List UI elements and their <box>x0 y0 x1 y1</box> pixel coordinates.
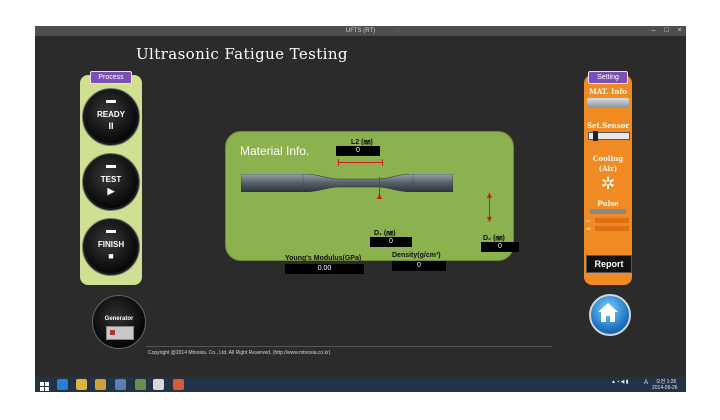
app-icon-2[interactable] <box>135 379 146 390</box>
powerpoint-icon[interactable] <box>173 379 184 390</box>
windows-start-icon[interactable] <box>39 379 50 391</box>
play-icon: ▶ <box>107 186 115 196</box>
finish-indicator <box>106 230 116 233</box>
maximize-button[interactable]: □ <box>660 26 673 36</box>
density-label: Density(g/cm³) <box>392 252 441 259</box>
d2-arrow-up-icon: ▲ <box>485 190 494 200</box>
file-explorer-icon[interactable] <box>76 379 87 390</box>
footer-divider <box>146 346 552 347</box>
density-field[interactable]: 0 <box>392 261 446 271</box>
pulse-on-label: on <box>586 218 591 223</box>
test-button[interactable]: TEST ▶ <box>82 153 140 211</box>
mat-info-specimen-icon <box>587 98 629 108</box>
d2-field[interactable]: 0 <box>481 242 519 252</box>
finish-button[interactable]: FINISH ■ <box>82 218 140 276</box>
ready-label: READY <box>96 110 125 119</box>
pulse-label: Pulse <box>597 199 619 208</box>
test-indicator <box>106 165 116 168</box>
pulse-header-bar <box>590 209 626 214</box>
app-window: UFTS (RT) ... – □ × Ultrasonic Fatigue T… <box>35 26 686 392</box>
stop-icon: ■ <box>108 251 114 261</box>
tray-icons[interactable]: ▲ ▪ ◀ ▮ <box>611 380 629 385</box>
youngs-modulus-label: Young's Modulus(GPa) <box>285 255 362 262</box>
minimize-button[interactable]: – <box>647 26 660 36</box>
setting-panel: Setting MAT. Info Set.Sensor Cooling (Ai… <box>584 71 632 285</box>
screenshot-frame: UFTS (RT) ... – □ × Ultrasonic Fatigue T… <box>0 0 720 420</box>
taskbar-date[interactable]: 2014-06-26 <box>652 386 678 391</box>
generator-device-icon <box>106 326 134 340</box>
finish-label: FINISH <box>97 240 125 249</box>
l2-tick-right <box>382 159 383 166</box>
sensor-slider[interactable] <box>588 131 630 141</box>
mat-info-button[interactable]: MAT. Info <box>584 87 632 96</box>
ready-button[interactable]: READY II <box>82 88 140 146</box>
l2-dimension-line <box>338 162 382 163</box>
specimen-diagram <box>241 174 453 192</box>
d1-field[interactable]: 0 <box>370 237 412 247</box>
process-panel: Process READY II TEST ▶ FINISH ■ <box>80 71 142 285</box>
language-indicator[interactable]: A <box>644 380 648 386</box>
material-info-panel: Material Info. L2 (㎜) 0 ▲ D₁ (㎜) 0 ▲ ▼ D… <box>225 131 519 274</box>
pulse-off-field[interactable] <box>594 225 630 232</box>
app-icon-3[interactable] <box>153 379 164 390</box>
pulse-on-field[interactable] <box>594 217 630 224</box>
cooling-sub-label: (Air) <box>598 164 618 173</box>
sensor-slider-handle[interactable] <box>593 131 598 141</box>
d2-arrow-down-icon: ▼ <box>485 214 494 224</box>
pulse-off-label: off <box>586 226 591 231</box>
pause-icon: II <box>108 121 114 131</box>
app-icon-1[interactable] <box>115 379 126 390</box>
setting-tag: Setting <box>588 71 628 84</box>
ready-indicator <box>106 100 116 103</box>
cooling-label: Cooling <box>592 154 624 163</box>
test-label: TEST <box>100 175 122 184</box>
generator-label: Generator <box>104 316 134 322</box>
report-button[interactable]: Report <box>586 255 632 273</box>
l2-field[interactable]: 0 <box>336 146 380 156</box>
app-title: Ultrasonic Fatigue Testing <box>136 45 348 63</box>
material-info-title: Material Info. <box>240 144 310 158</box>
window-title-hint: ... <box>395 28 400 34</box>
taskbar: ▲ ▪ ◀ ▮ A 오전 1:26 2014-06-26 <box>35 377 686 392</box>
home-button[interactable] <box>589 294 631 336</box>
window-title: UFTS (RT) <box>345 28 376 34</box>
copyright-text: Copyright @2014 Mtnosia. Co., Ltd. All R… <box>148 350 331 356</box>
home-icon <box>598 303 618 322</box>
d1-arrow-icon: ▲ <box>375 191 384 201</box>
youngs-modulus-field[interactable]: 0.00 <box>285 264 364 274</box>
folder-icon[interactable] <box>95 379 106 390</box>
process-tag: Process <box>90 71 132 84</box>
cooling-fan-icon[interactable]: ✲ <box>598 174 618 194</box>
close-button[interactable]: × <box>673 26 686 36</box>
set-sensor-button[interactable]: Set.Sensor <box>584 121 632 130</box>
internet-explorer-icon[interactable] <box>57 379 68 390</box>
l2-tick-left <box>338 159 339 166</box>
generator-button[interactable]: Generator <box>92 295 146 349</box>
window-titlebar: UFTS (RT) ... – □ × <box>35 26 686 36</box>
